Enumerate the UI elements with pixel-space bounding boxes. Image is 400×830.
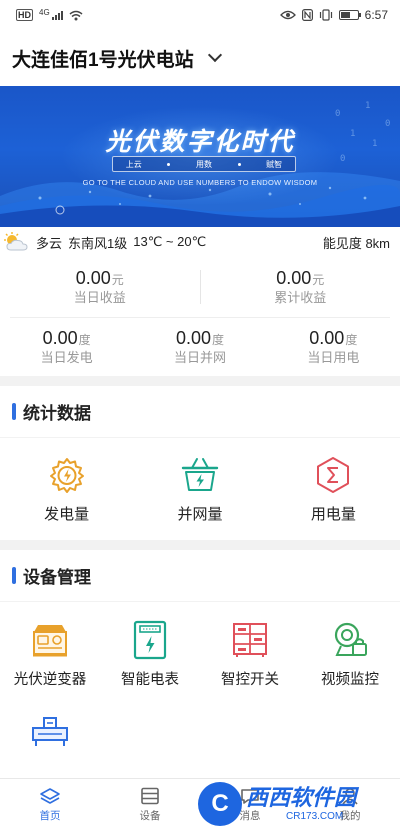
stat-daily-generation: 0.00度 当日发电 xyxy=(0,327,133,367)
gear-bolt-icon xyxy=(47,455,87,495)
hd-badge: HD xyxy=(16,9,33,21)
camera-icon xyxy=(330,620,370,660)
tab-home[interactable]: 首页 xyxy=(0,779,100,830)
stat-value: 0.00 xyxy=(175,328,211,348)
wifi-icon xyxy=(69,10,83,20)
device-label: 智控开关 xyxy=(221,671,279,688)
dot-icon xyxy=(167,162,171,166)
stat-daily-usage: 0.00度 当日用电 xyxy=(267,327,400,367)
home-layers-icon xyxy=(40,787,60,804)
section-title: 统计数据 xyxy=(23,404,91,423)
section-accent-bar xyxy=(12,403,16,420)
stat-label: 当日发电 xyxy=(40,350,93,365)
banner-tag: 用数 xyxy=(195,159,212,169)
weather-wind: 东南风1级 xyxy=(68,235,128,251)
stat-label: 当日收益 xyxy=(73,290,126,305)
device-section-header: 设备管理 xyxy=(0,550,400,602)
device-machine[interactable] xyxy=(0,694,100,774)
section-accent-bar xyxy=(12,567,16,584)
device-video-monitor[interactable]: 视频监控 xyxy=(300,614,400,694)
device-grid: 光伏逆变器 智能电表 智控开关 视频监控 xyxy=(0,602,400,774)
status-bar: HD 4G 6:57 xyxy=(0,0,400,30)
weather-visibility: 能见度 8km xyxy=(322,235,390,251)
signal-icon xyxy=(51,10,63,20)
watermark-logo-icon: C xyxy=(198,782,242,826)
network-type: 4G xyxy=(39,7,50,17)
stat-daily-grid: 0.00度 当日并网 xyxy=(133,327,266,367)
section-gap xyxy=(0,376,400,386)
tab-label: 设备 xyxy=(139,809,161,822)
watermark-name: 西西软件园 xyxy=(246,785,357,811)
stat-daily-income: 0.00元 当日收益 xyxy=(0,267,200,307)
vibrate-icon xyxy=(319,9,332,21)
stats-item-usage[interactable]: 用电量 xyxy=(267,455,400,524)
tab-devices[interactable]: 设备 xyxy=(100,779,200,830)
power-row: 0.00度 当日发电 0.00度 当日并网 0.00度 当日用电 xyxy=(0,318,400,376)
stats-item-generation[interactable]: 发电量 xyxy=(0,455,133,524)
stats-item-label: 用电量 xyxy=(310,505,356,523)
stats-item-label: 发电量 xyxy=(44,505,90,523)
clock: 6:57 xyxy=(364,8,388,22)
stat-unit: 元 xyxy=(312,273,325,287)
weather-bar: 多云 东南风1级 13℃ ~ 20℃ 能见度 8km xyxy=(0,227,400,257)
device-label: 智能电表 xyxy=(121,671,179,688)
weather-temp: 13℃ ~ 20℃ xyxy=(133,234,207,249)
smart-meter-icon xyxy=(130,620,170,660)
stats-item-label: 并网量 xyxy=(177,505,223,523)
device-smart-switch[interactable]: 智控开关 xyxy=(200,614,300,694)
basket-bolt-icon xyxy=(180,455,220,495)
eye-icon xyxy=(279,10,296,20)
banner-subtitle: GO TO THE CLOUD AND USE NUMBERS TO ENDOW… xyxy=(82,178,318,187)
device-smart-meter[interactable]: 智能电表 xyxy=(100,614,200,694)
partly-cloudy-icon xyxy=(4,232,28,251)
site-watermark: C 西西软件园 CR173.COM xyxy=(198,780,398,828)
device-inverter[interactable]: 光伏逆变器 xyxy=(0,614,100,694)
chevron-down-icon xyxy=(207,47,222,63)
stat-total-income: 0.00元 累计收益 xyxy=(201,267,400,307)
stat-unit: 度 xyxy=(78,333,91,347)
hexagon-sigma-icon xyxy=(313,455,353,495)
weather-condition: 多云 xyxy=(36,235,63,251)
device-icon xyxy=(141,787,159,804)
stat-unit: 元 xyxy=(111,273,124,287)
tab-label: 首页 xyxy=(39,809,61,822)
stat-label: 累计收益 xyxy=(274,290,327,305)
stats-section-header: 统计数据 xyxy=(0,386,400,438)
stats-item-grid[interactable]: 并网量 xyxy=(133,455,266,524)
earnings-row: 0.00元 当日收益 0.00元 累计收益 xyxy=(0,257,400,317)
station-name: 大连佳佰1号光伏电站 xyxy=(12,49,194,71)
nfc-icon xyxy=(301,9,313,21)
station-selector[interactable]: 大连佳佰1号光伏电站 xyxy=(0,30,400,86)
device-label: 光伏逆变器 xyxy=(13,671,87,688)
watermark-url: CR173.COM xyxy=(286,810,344,822)
stats-grid: 发电量 并网量 用电量 xyxy=(0,438,400,540)
battery-icon xyxy=(338,10,361,20)
stat-unit: 度 xyxy=(212,333,225,347)
dot-icon xyxy=(237,162,241,166)
device-label: 视频监控 xyxy=(321,671,379,688)
svg-text:1: 1 xyxy=(365,101,370,111)
banner-tags: 上云 用数 赋智 xyxy=(112,156,296,172)
stat-label: 当日用电 xyxy=(307,350,360,365)
promo-banner[interactable]: 011 010 光伏数字化时代 上云 用数 赋智 GO TO THE CLOUD… xyxy=(0,86,400,227)
banner-tag: 赋智 xyxy=(266,159,283,169)
banner-title: 光伏数字化时代 xyxy=(105,128,295,156)
stat-label: 当日并网 xyxy=(173,350,226,365)
machine-icon xyxy=(30,710,70,750)
section-gap xyxy=(0,540,400,550)
switch-cabinet-icon xyxy=(230,620,270,660)
banner-tag: 上云 xyxy=(125,159,142,169)
stat-value: 0.00 xyxy=(276,268,312,288)
inverter-icon xyxy=(30,620,70,660)
stat-value: 0.00 xyxy=(42,328,78,348)
stat-value: 0.00 xyxy=(309,328,345,348)
stat-value: 0.00 xyxy=(75,268,111,288)
stat-unit: 度 xyxy=(345,333,358,347)
section-title: 设备管理 xyxy=(23,568,91,587)
